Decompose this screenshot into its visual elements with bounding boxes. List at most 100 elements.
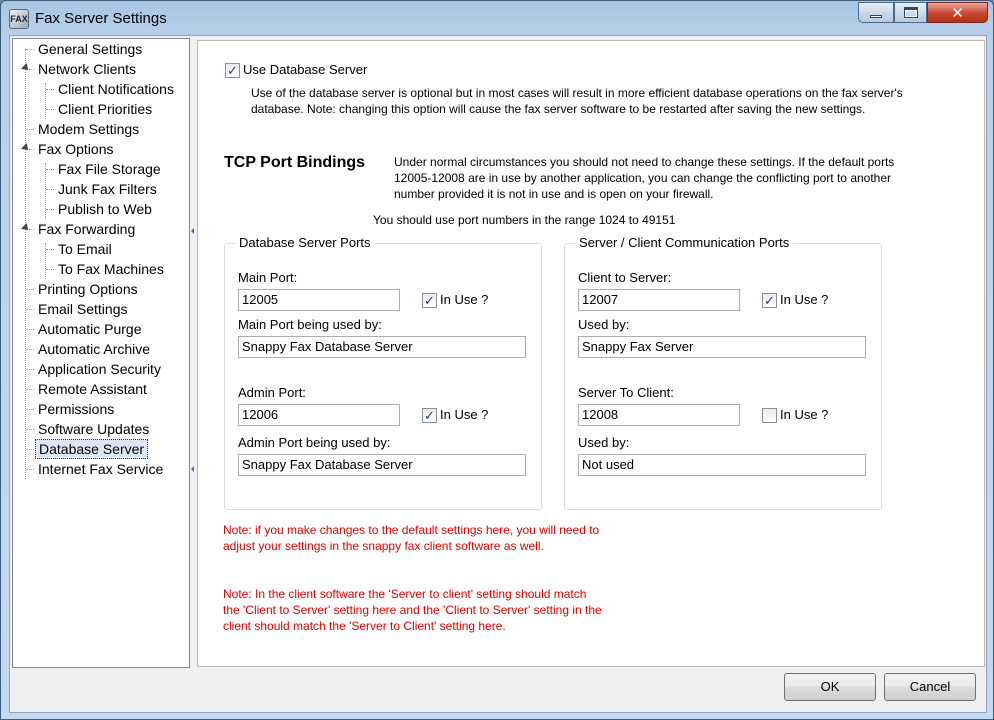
maximize-button[interactable] bbox=[894, 2, 927, 23]
sidebar-item-application-security[interactable]: Application Security bbox=[35, 359, 164, 379]
sidebar-item-client-notifications[interactable]: Client Notifications bbox=[55, 79, 177, 99]
tree-connector bbox=[26, 49, 34, 50]
sidebar-item-automatic-purge[interactable]: Automatic Purge bbox=[35, 319, 145, 339]
group-legend: Server / Client Communication Ports bbox=[575, 235, 794, 250]
splitter-handle[interactable] bbox=[191, 38, 196, 668]
sidebar-item-permissions[interactable]: Permissions bbox=[35, 399, 117, 419]
tree-connector bbox=[26, 349, 34, 350]
server-to-client-in-use-checkbox[interactable] bbox=[762, 408, 777, 423]
tree-connector bbox=[46, 169, 54, 170]
sidebar-item-publish-to-web[interactable]: Publish to Web bbox=[55, 199, 155, 219]
sidebar-item-general-settings[interactable]: General Settings bbox=[35, 39, 145, 59]
sidebar-item-network-clients[interactable]: Network Clients bbox=[35, 59, 139, 79]
database-server-ports-group: Database Server Ports Main Port: 12005 ✓… bbox=[224, 235, 542, 510]
tree-connector bbox=[46, 89, 54, 90]
port-range-note: You should use port numbers in the range… bbox=[373, 213, 676, 227]
client-to-server-label: Client to Server: bbox=[578, 270, 672, 285]
tree-connector bbox=[26, 409, 34, 410]
use-database-server-label: Use Database Server bbox=[243, 62, 368, 77]
tree-connector bbox=[26, 289, 34, 290]
dialog-body: General Settings Network Clients Client No… bbox=[9, 35, 987, 713]
close-button[interactable]: ✕ bbox=[927, 2, 988, 23]
settings-tree[interactable]: General Settings Network Clients Client No… bbox=[12, 38, 190, 668]
use-database-server-checkbox[interactable]: ✓ bbox=[225, 63, 240, 78]
minimize-icon bbox=[870, 15, 882, 18]
app-window: FAX Fax Server Settings ✕ General Settin… bbox=[0, 0, 994, 720]
checkmark-icon: ✓ bbox=[424, 407, 435, 423]
tree-connector bbox=[26, 449, 34, 450]
maximize-icon bbox=[903, 7, 918, 18]
expand-triangle-icon[interactable] bbox=[21, 63, 31, 73]
admin-port-input[interactable]: 12006 bbox=[238, 404, 400, 426]
cancel-button[interactable]: Cancel bbox=[884, 673, 976, 701]
main-port-in-use-checkbox[interactable]: ✓ bbox=[422, 293, 437, 308]
client-settings-note: Note: if you make changes to the default… bbox=[223, 523, 600, 553]
tree-connector bbox=[46, 209, 54, 210]
port-mapping-note: Note: In the client software the 'Server… bbox=[223, 587, 602, 633]
sidebar-item-fax-file-storage[interactable]: Fax File Storage bbox=[55, 159, 164, 179]
ok-button[interactable]: OK bbox=[784, 673, 876, 701]
tree-connector bbox=[26, 129, 34, 130]
checkmark-icon: ✓ bbox=[424, 292, 435, 308]
tree-connector bbox=[26, 389, 34, 390]
main-port-used-by-label: Main Port being used by: bbox=[238, 317, 382, 332]
main-port-used-by-field[interactable]: Snappy Fax Database Server bbox=[238, 336, 526, 358]
sidebar-item-printing-options[interactable]: Printing Options bbox=[35, 279, 141, 299]
sidebar-item-software-updates[interactable]: Software Updates bbox=[35, 419, 152, 439]
tree-connector bbox=[46, 189, 54, 190]
client-to-server-used-by-field[interactable]: Snappy Fax Server bbox=[578, 336, 866, 358]
database-server-panel: ✓ Use Database Server Use of the databas… bbox=[197, 40, 985, 667]
tree-connector bbox=[45, 163, 46, 219]
main-port-in-use-label: In Use ? bbox=[440, 292, 489, 307]
collapse-arrow-icon bbox=[191, 228, 194, 234]
client-to-server-input[interactable]: 12007 bbox=[578, 289, 740, 311]
sidebar-item-junk-fax-filters[interactable]: Junk Fax Filters bbox=[55, 179, 160, 199]
close-icon: ✕ bbox=[951, 4, 964, 22]
sidebar-item-fax-options[interactable]: Fax Options bbox=[35, 139, 116, 159]
tree-connector bbox=[26, 329, 34, 330]
expand-triangle-icon[interactable] bbox=[21, 143, 31, 153]
main-port-input[interactable]: 12005 bbox=[238, 289, 400, 311]
server-to-client-in-use-label: In Use ? bbox=[780, 407, 829, 422]
tree-connector bbox=[26, 309, 34, 310]
sidebar-item-client-priorities[interactable]: Client Priorities bbox=[55, 99, 155, 119]
collapse-arrow-icon bbox=[191, 466, 194, 472]
sidebar-item-to-email[interactable]: To Email bbox=[55, 239, 115, 259]
sidebar-item-fax-forwarding[interactable]: Fax Forwarding bbox=[35, 219, 138, 239]
admin-port-used-by-label: Admin Port being used by: bbox=[238, 435, 391, 450]
client-to-server-used-by-label: Used by: bbox=[578, 317, 630, 332]
admin-port-used-by-field[interactable]: Snappy Fax Database Server bbox=[238, 454, 526, 476]
tree-connector bbox=[46, 249, 54, 250]
tree-connector bbox=[25, 49, 26, 479]
server-to-client-label: Server To Client: bbox=[578, 385, 674, 400]
checkmark-icon: ✓ bbox=[764, 292, 775, 308]
sidebar-item-to-fax-machines[interactable]: To Fax Machines bbox=[55, 259, 167, 279]
admin-port-label: Admin Port: bbox=[238, 385, 306, 400]
tcp-port-bindings-heading: TCP Port Bindings bbox=[224, 154, 366, 171]
minimize-button[interactable] bbox=[858, 2, 894, 23]
tree-connector bbox=[26, 429, 34, 430]
admin-port-in-use-label: In Use ? bbox=[440, 407, 489, 422]
fax-app-icon[interactable]: FAX bbox=[9, 9, 29, 29]
sidebar-item-database-server[interactable]: Database Server bbox=[35, 439, 149, 459]
client-to-server-in-use-checkbox[interactable]: ✓ bbox=[762, 293, 777, 308]
sidebar-item-internet-fax-service[interactable]: Internet Fax Service bbox=[35, 459, 166, 479]
group-legend: Database Server Ports bbox=[235, 235, 375, 250]
server-to-client-used-by-label: Used by: bbox=[578, 435, 630, 450]
client-to-server-in-use-label: In Use ? bbox=[780, 292, 829, 307]
server-to-client-used-by-field[interactable]: Not used bbox=[578, 454, 866, 476]
tcp-description: Under normal circumstances you should no… bbox=[394, 155, 895, 201]
sidebar-item-automatic-archive[interactable]: Automatic Archive bbox=[35, 339, 153, 359]
main-port-label: Main Port: bbox=[238, 270, 298, 285]
admin-port-in-use-checkbox[interactable]: ✓ bbox=[422, 408, 437, 423]
use-database-description: Use of the database server is optional b… bbox=[251, 86, 903, 116]
server-to-client-input[interactable]: 12008 bbox=[578, 404, 740, 426]
sidebar-item-email-settings[interactable]: Email Settings bbox=[35, 299, 130, 319]
sidebar-item-modem-settings[interactable]: Modem Settings bbox=[35, 119, 142, 139]
title-bar[interactable]: FAX Fax Server Settings ✕ bbox=[1, 1, 993, 35]
sidebar-item-remote-assistant[interactable]: Remote Assistant bbox=[35, 379, 150, 399]
communication-ports-group: Server / Client Communication Ports Clie… bbox=[564, 235, 882, 510]
window-title: Fax Server Settings bbox=[35, 10, 167, 27]
expand-triangle-icon[interactable] bbox=[21, 223, 31, 233]
checkmark-icon: ✓ bbox=[227, 62, 238, 78]
